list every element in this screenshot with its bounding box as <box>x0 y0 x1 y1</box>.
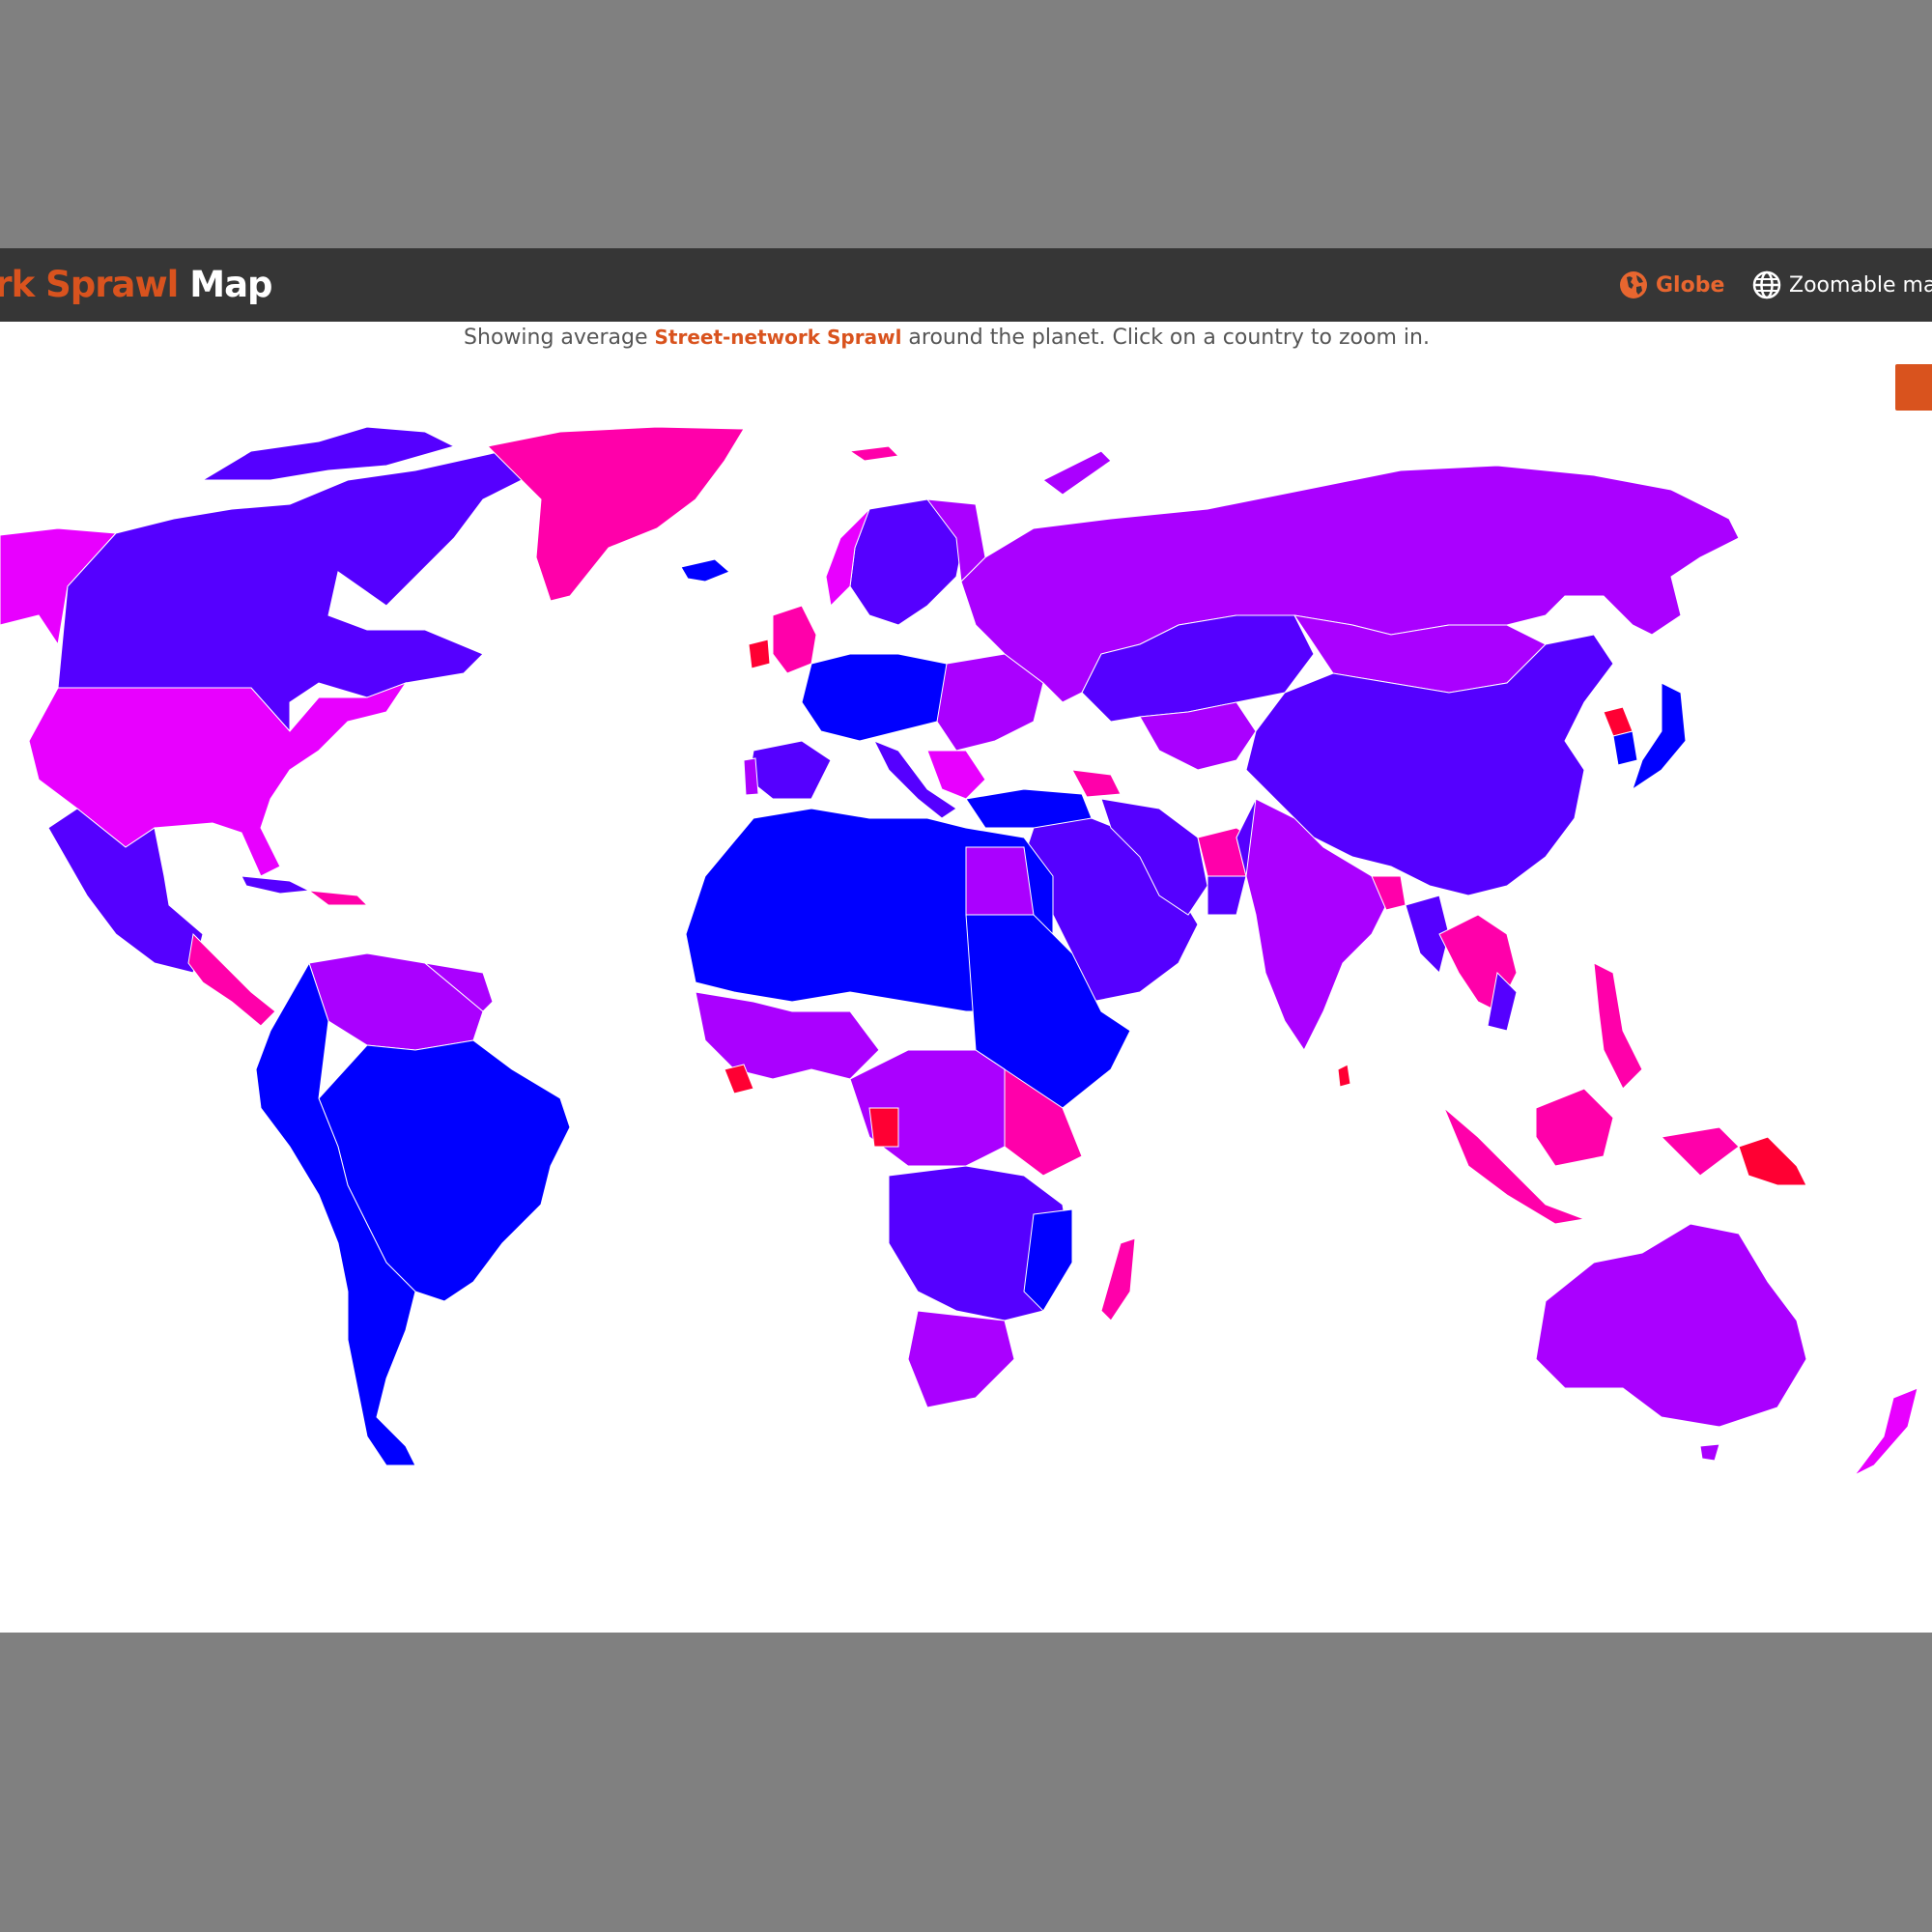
country-portugal[interactable] <box>743 757 759 796</box>
country-balkans[interactable] <box>926 750 986 800</box>
country-philippines[interactable] <box>1593 962 1643 1090</box>
globe-americas-icon <box>1620 271 1647 298</box>
country-cuba[interactable] <box>241 875 311 895</box>
country-gabon-congo[interactable] <box>868 1107 899 1148</box>
world-map[interactable] <box>0 335 1932 1633</box>
country-iceland[interactable] <box>680 558 730 582</box>
country-ireland[interactable] <box>748 639 771 669</box>
navbar: ork Sprawl Map Globe Zoomable ma <box>0 248 1932 322</box>
country-south-africa[interactable] <box>907 1310 1015 1408</box>
country-japan[interactable] <box>1632 682 1687 791</box>
site-title-accent: ork Sprawl <box>0 264 179 305</box>
country-tasmania[interactable] <box>1699 1443 1720 1462</box>
country-madagascar[interactable] <box>1100 1237 1136 1321</box>
country-new-zealand[interactable] <box>1854 1387 1918 1476</box>
country-sri-lanka[interactable] <box>1337 1064 1351 1088</box>
site-title-map: Map <box>189 264 272 305</box>
country-west-africa[interactable] <box>695 991 880 1080</box>
country-borneo[interactable] <box>1535 1088 1614 1167</box>
country-korea[interactable] <box>1603 706 1634 737</box>
country-south-korea[interactable] <box>1612 730 1638 766</box>
nav-globe-label: Globe <box>1656 272 1725 298</box>
country-svalbard[interactable] <box>848 445 900 462</box>
globe-grid-icon <box>1752 270 1781 299</box>
country-egypt[interactable] <box>965 846 1035 916</box>
country-australia[interactable] <box>1535 1223 1807 1428</box>
country-papua[interactable] <box>1660 1126 1740 1177</box>
country-caucasus[interactable] <box>1071 769 1122 798</box>
country-caribbean[interactable] <box>307 890 369 906</box>
country-central-america[interactable] <box>187 932 276 1027</box>
country-novaya-zemlya[interactable] <box>1042 450 1112 496</box>
nav-globe-link[interactable]: Globe <box>1619 268 1724 302</box>
app-frame: ork Sprawl Map Globe Zoomable ma Sh <box>0 248 1932 1633</box>
nav-zoomable-label: Zoomable ma <box>1789 272 1932 298</box>
country-uk[interactable] <box>772 605 817 674</box>
country-iberia[interactable] <box>748 740 832 800</box>
country-papua-new-guinea[interactable] <box>1738 1136 1807 1186</box>
site-title[interactable]: ork Sprawl Map <box>0 260 273 310</box>
nav-zoomable-map-link[interactable]: Zoomable ma <box>1752 268 1932 302</box>
